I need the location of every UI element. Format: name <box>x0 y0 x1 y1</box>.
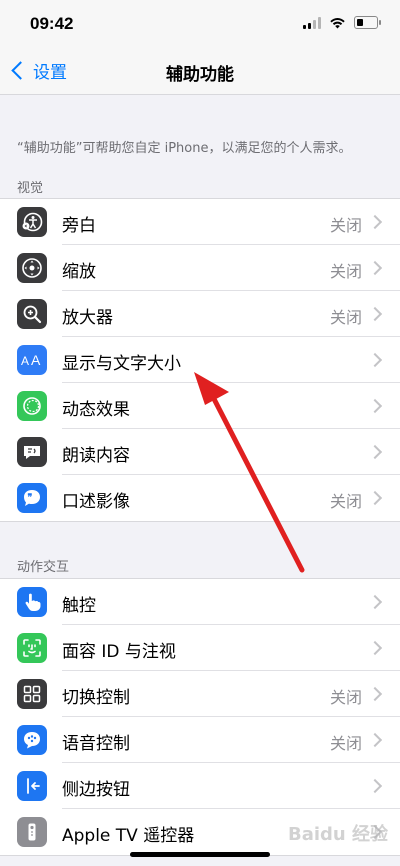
chevron-right-icon <box>367 352 383 368</box>
svg-text:❞: ❞ <box>28 492 33 502</box>
navigation-bar: 设置 辅助功能 <box>0 48 400 95</box>
setting-label: 动态效果 <box>62 400 130 420</box>
switch-control-icon <box>17 679 47 709</box>
setting-row-face-id[interactable]: 面容 ID 与注视 <box>0 625 400 671</box>
setting-label: 切换控制 <box>62 688 130 708</box>
chevron-right-icon <box>367 214 383 230</box>
motion-icon <box>17 391 47 421</box>
setting-value: 关闭 <box>329 216 362 235</box>
setting-label: Apple TV 遥控器 <box>62 826 195 846</box>
chevron-right-icon <box>367 686 383 702</box>
voiceover-icon <box>17 207 47 237</box>
battery-icon <box>354 16 381 29</box>
setting-value: 关闭 <box>329 688 362 707</box>
home-indicator <box>130 852 270 857</box>
setting-row-magnifier[interactable]: 放大器 关闭 <box>0 291 400 337</box>
setting-label: 侧边按钮 <box>62 780 130 800</box>
baidu-watermark: Baidu 经验 <box>287 824 388 845</box>
voice-control-icon <box>17 725 47 755</box>
wifi-icon <box>330 17 345 28</box>
chevron-right-icon <box>367 732 383 748</box>
spoken-content-icon <box>17 437 47 467</box>
setting-row-motion[interactable]: 动态效果 <box>0 383 400 429</box>
interaction-settings-group: 触控 面容 ID 与注视 切换控制 关闭 语音控制 关闭 侧边按钮 Apple … <box>0 578 400 856</box>
setting-row-spoken-content[interactable]: 朗读内容 <box>0 429 400 475</box>
chevron-right-icon <box>367 640 383 656</box>
touch-icon <box>17 587 47 617</box>
section-header-physical-motor: 动作交互 <box>17 560 70 575</box>
chevron-right-icon <box>367 444 383 460</box>
section-header-vision: 视觉 <box>17 181 44 196</box>
setting-label: 显示与文字大小 <box>62 354 181 374</box>
apple-tv-remote-icon <box>17 817 47 847</box>
intro-text: “辅助功能”可帮助您自定 iPhone，以满足您的个人需求。 <box>17 141 352 156</box>
audio-description-icon: ❞ <box>17 483 47 513</box>
setting-label: 缩放 <box>62 262 96 282</box>
setting-row-voiceover[interactable]: 旁白 关闭 <box>0 199 400 245</box>
setting-label: 触控 <box>62 596 96 616</box>
text-size-icon: AA <box>17 345 47 375</box>
chevron-right-icon <box>367 398 383 414</box>
face-id-icon <box>17 633 47 663</box>
chevron-right-icon <box>367 594 383 610</box>
status-bar: 09:42 <box>0 0 400 48</box>
chevron-right-icon <box>367 306 383 322</box>
setting-value: 关闭 <box>329 308 362 327</box>
cellular-signal-icon <box>303 16 321 29</box>
setting-label: 放大器 <box>62 308 113 328</box>
setting-row-audio-descriptions[interactable]: ❞ 口述影像 关闭 <box>0 475 400 521</box>
side-button-icon <box>17 771 47 801</box>
setting-row-side-button[interactable]: 侧边按钮 <box>0 763 400 809</box>
setting-value: 关闭 <box>329 262 362 281</box>
magnifier-icon <box>17 299 47 329</box>
setting-row-switch-control[interactable]: 切换控制 关闭 <box>0 671 400 717</box>
setting-row-touch[interactable]: 触控 <box>0 579 400 625</box>
setting-label: 语音控制 <box>62 734 130 754</box>
status-time: 09:42 <box>30 14 74 33</box>
svg-text:A: A <box>31 352 41 368</box>
chevron-right-icon <box>367 778 383 794</box>
status-icons <box>303 16 381 29</box>
setting-value: 关闭 <box>329 492 362 511</box>
svg-text:A: A <box>21 354 29 368</box>
chevron-right-icon <box>367 260 383 276</box>
chevron-right-icon <box>367 490 383 506</box>
zoom-icon <box>17 253 47 283</box>
vision-settings-group: 旁白 关闭 缩放 关闭 放大器 关闭 AA 显示与文字大小 动态效果 朗读内容 … <box>0 198 400 522</box>
setting-label: 旁白 <box>62 216 96 236</box>
page-title: 辅助功能 <box>166 65 234 85</box>
setting-row-zoom[interactable]: 缩放 关闭 <box>0 245 400 291</box>
setting-label: 口述影像 <box>62 492 130 512</box>
setting-row-display-text-size[interactable]: AA 显示与文字大小 <box>0 337 400 383</box>
setting-row-voice-control[interactable]: 语音控制 关闭 <box>0 717 400 763</box>
setting-value: 关闭 <box>329 734 362 753</box>
setting-label: 面容 ID 与注视 <box>62 642 176 662</box>
setting-label: 朗读内容 <box>62 446 130 466</box>
